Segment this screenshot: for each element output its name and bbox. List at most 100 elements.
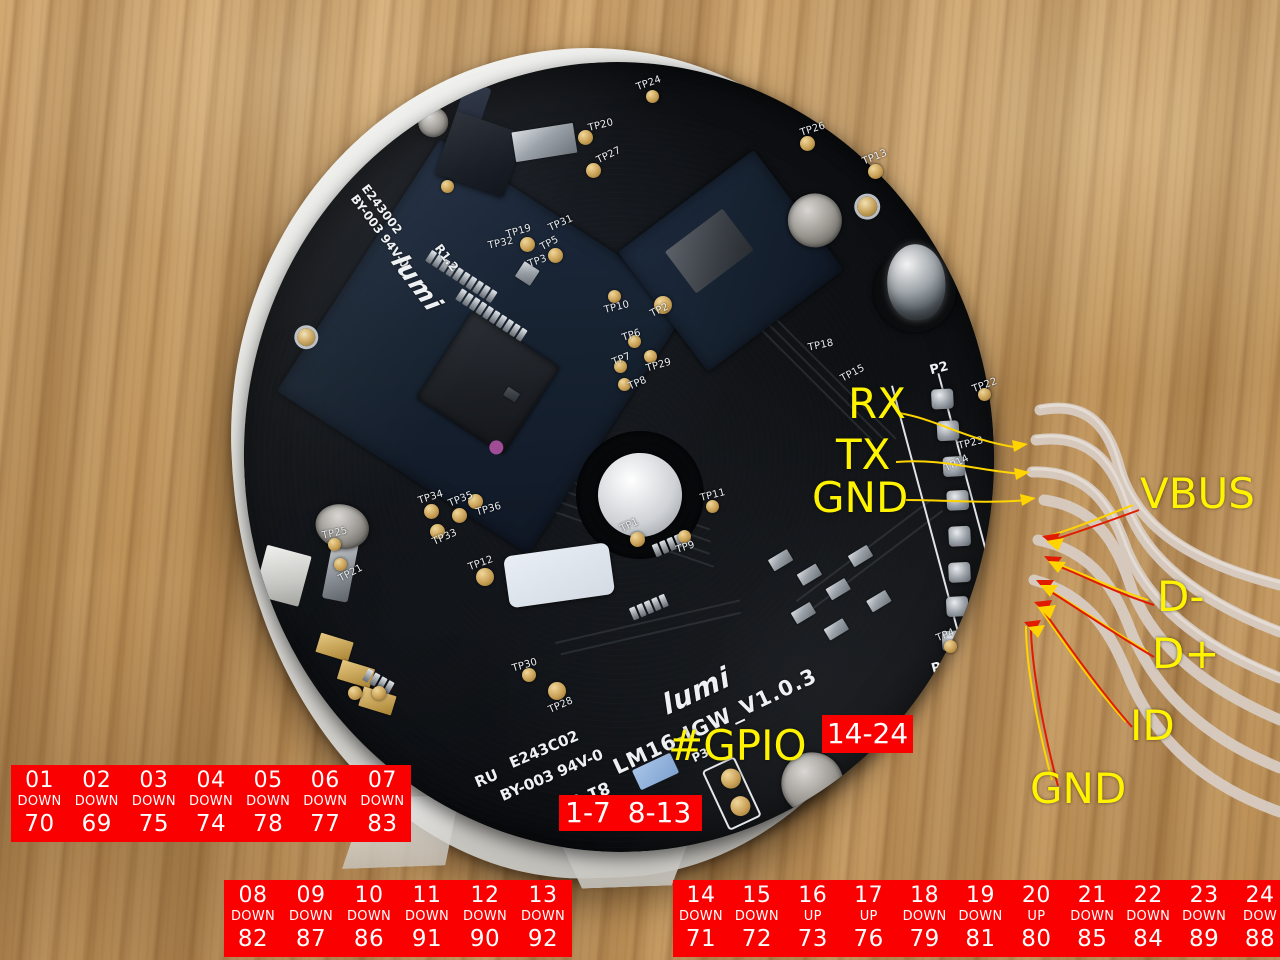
- gpio-value: 88: [1244, 925, 1276, 952]
- test-pad: [548, 248, 563, 263]
- gpio-index: 03: [139, 768, 169, 794]
- test-pad: [372, 686, 386, 700]
- test-pad: [424, 504, 439, 519]
- gpio-column: 19 DOWN 81: [953, 880, 1009, 957]
- gpio-column: 13 DOWN 92: [514, 880, 572, 957]
- gpio-index: 19: [965, 883, 995, 909]
- label-gnd-usb: GND: [1030, 764, 1127, 813]
- test-pad: [520, 237, 535, 252]
- test-pad: [441, 180, 454, 193]
- gpio-direction: DOWN: [462, 909, 508, 925]
- gpio-column: 17 UP 76: [841, 880, 897, 957]
- gpio-value: 81: [965, 925, 996, 952]
- gpio-table-1-7: 01 DOWN 70 02 DOWN 69 03 DOWN 75 04 DOWN 74 05 DOWN 78…: [11, 765, 411, 842]
- gpio-index: 06: [310, 768, 340, 794]
- gpio-value: 73: [797, 925, 828, 952]
- test-pad: [868, 164, 883, 179]
- gpio-index: 02: [82, 768, 112, 794]
- label-rx: RX: [848, 379, 906, 428]
- gpio-direction: DOWN: [74, 794, 119, 810]
- gpio-index: 10: [354, 883, 384, 909]
- gpio-index: 07: [367, 768, 397, 794]
- gpio-value: 78: [252, 810, 284, 837]
- gpio-index: 09: [296, 883, 326, 909]
- gpio-column: 08 DOWN 82: [224, 880, 282, 957]
- gpio-value: 86: [353, 925, 385, 952]
- gpio-index: 08: [238, 883, 268, 909]
- gpio-value: 71: [685, 925, 717, 952]
- gpio-value: 85: [1077, 925, 1108, 952]
- gpio-direction: DOWN: [230, 909, 276, 925]
- gpio-index: 20: [1021, 883, 1051, 909]
- gpio-index: 04: [196, 768, 226, 794]
- gpio-direction: DOWN: [188, 794, 233, 810]
- badge-range-8-13: 8-13: [617, 795, 702, 831]
- gpio-value: 72: [741, 925, 772, 952]
- gpio-column: 09 DOWN 87: [282, 880, 340, 957]
- gpio-direction: DOWN: [360, 794, 405, 810]
- gpio-table-14-24: 14 DOWN 71 15 DOWN 72 16 UP 73 17 UP 76 18 DOWN 79 19 DO…: [673, 880, 1280, 957]
- gpio-value: 91: [411, 925, 443, 952]
- test-pad: [646, 90, 659, 103]
- gpio-column: 14 DOWN 71: [673, 880, 729, 957]
- label-tx: TX: [836, 430, 891, 479]
- gpio-column: 15 DOWN 72: [729, 880, 785, 957]
- gpio-value: 79: [909, 925, 940, 952]
- gpio-index: 05: [253, 768, 283, 794]
- gpio-direction: DOWN: [131, 794, 176, 810]
- badge-range-14-24: 14-24: [822, 715, 913, 753]
- gpio-value: 89: [1188, 925, 1220, 952]
- gpio-value: 90: [469, 925, 501, 952]
- gpio-column: 04 DOWN 74: [182, 765, 239, 842]
- gpio-value: 70: [24, 810, 55, 837]
- gpio-column: 05 DOWN 78: [240, 765, 297, 842]
- gpio-direction: DOWN: [1182, 909, 1227, 925]
- gpio-index: 24: [1245, 883, 1275, 909]
- gpio-direction: UP: [1027, 909, 1046, 925]
- label-vbus: VBUS: [1140, 469, 1255, 518]
- gpio-value: 83: [367, 810, 398, 837]
- gpio-column: 16 UP 73: [785, 880, 841, 957]
- screenshot-root: P3 lumi LM16-IGW_V1.0.3 E243C02 BY-003 9…: [0, 0, 1280, 960]
- gpio-value: 74: [195, 810, 227, 837]
- gpio-column: 20 UP 80: [1008, 880, 1064, 957]
- gpio-value: 75: [138, 810, 169, 837]
- label-d-minus: D-: [1157, 572, 1205, 621]
- test-pad: [944, 640, 957, 653]
- gpio-direction: UP: [859, 909, 878, 925]
- gpio-table-8-13: 08 DOWN 82 09 DOWN 87 10 DOWN 86 11 DOWN 91 12 DOWN 90…: [224, 880, 572, 957]
- gpio-index: 14: [686, 883, 716, 909]
- gpio-direction: DOWN: [678, 909, 723, 925]
- gpio-column: 01 DOWN 70: [11, 765, 68, 842]
- gpio-column: 03 DOWN 75: [125, 765, 182, 842]
- gpio-index: 18: [910, 883, 940, 909]
- gpio-index: 22: [1133, 883, 1163, 909]
- gpio-direction: DOWN: [246, 794, 291, 810]
- gpio-value: 84: [1133, 925, 1164, 952]
- gpio-column: 11 DOWN 91: [398, 880, 456, 957]
- gpio-index: 21: [1077, 883, 1107, 909]
- gpio-column: 24 DOW 88: [1232, 880, 1280, 957]
- gpio-column: 10 DOWN 86: [340, 880, 398, 957]
- gpio-value: 69: [81, 810, 112, 837]
- gpio-index: 16: [798, 883, 828, 909]
- gpio-value: 76: [853, 925, 884, 952]
- gpio-column: 18 DOWN 79: [897, 880, 953, 957]
- gpio-direction: DOWN: [288, 909, 334, 925]
- gpio-column: 22 DOWN 84: [1120, 880, 1176, 957]
- gpio-direction: DOW: [1243, 909, 1278, 925]
- badge-range-1-7: 1-7: [559, 795, 617, 831]
- gpio-index: 01: [25, 768, 55, 794]
- gpio-direction: DOWN: [1126, 909, 1171, 925]
- label-id: ID: [1130, 701, 1175, 750]
- label-d-plus: D+: [1152, 629, 1220, 678]
- gpio-value: 77: [310, 810, 341, 837]
- gpio-column: 12 DOWN 90: [456, 880, 514, 957]
- gpio-column: 06 DOWN 77: [297, 765, 354, 842]
- gpio-index: 23: [1189, 883, 1219, 909]
- gpio-column: 07 DOWN 83: [354, 765, 411, 842]
- gpio-index: 11: [412, 883, 442, 909]
- test-pad: [630, 532, 645, 547]
- gpio-direction: DOWN: [1070, 909, 1115, 925]
- gpio-direction: DOWN: [17, 794, 62, 810]
